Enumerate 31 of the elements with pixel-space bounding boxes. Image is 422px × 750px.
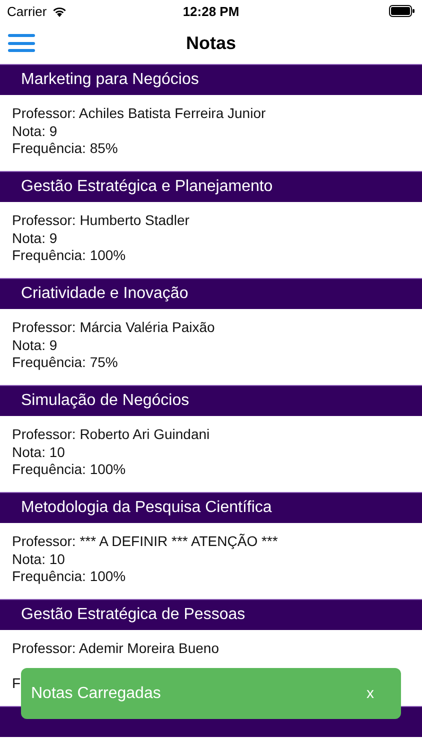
wifi-icon bbox=[52, 6, 67, 16]
professor-text: Professor: Ademir Moreira Bueno bbox=[12, 640, 220, 658]
attendance-text: Frequência: 100% bbox=[12, 247, 127, 264]
professor-text: Professor: *** A DEFINIR *** ATENÇÃO *** bbox=[12, 533, 279, 550]
grade-text: Nota: 10 bbox=[12, 550, 66, 568]
page-title: Notas bbox=[186, 32, 236, 54]
attendance-text: F bbox=[12, 675, 22, 692]
course-header: Marketing para Negócios bbox=[0, 64, 422, 95]
course-header: Criatividade e Inovação bbox=[0, 278, 422, 309]
attendance-text: Frequência: 85% bbox=[12, 140, 119, 158]
grade-text: Nota: 9 bbox=[12, 230, 58, 247]
course-header: Metodologia da Pesquisa Científica bbox=[0, 492, 422, 523]
status-time: 12:28 PM bbox=[182, 4, 240, 18]
close-button[interactable]: x bbox=[366, 685, 374, 702]
course-header: Simulação de Negócios bbox=[0, 385, 422, 416]
carrier-label: Carrier bbox=[7, 4, 47, 18]
attendance-text: Frequência: 100% bbox=[12, 568, 127, 586]
attendance-text: Frequência: 75% bbox=[12, 354, 119, 372]
attendance-text: Frequência: 100% bbox=[12, 461, 127, 478]
course-header: Gestão Estratégica e Planejamento bbox=[0, 171, 422, 202]
professor-text: Professor: Márcia Valéria Paixão bbox=[12, 319, 216, 336]
grade-text: Nota: 10 bbox=[12, 444, 66, 461]
professor-text: Professor: Roberto Ari Guindani bbox=[12, 426, 211, 444]
professor-text: Professor: Humberto Stadler bbox=[12, 212, 190, 230]
menu-button[interactable] bbox=[8, 34, 35, 52]
course-header: Gestão Estratégica de Pessoas bbox=[0, 599, 422, 630]
professor-text: Professor: Achiles Batista Ferreira Junior bbox=[12, 105, 267, 122]
grade-text: Nota: 9 bbox=[12, 122, 58, 140]
toast-message: Notas Carregadas bbox=[31, 684, 161, 702]
grade-text: Nota: 9 bbox=[12, 336, 58, 354]
battery-icon bbox=[389, 5, 415, 17]
